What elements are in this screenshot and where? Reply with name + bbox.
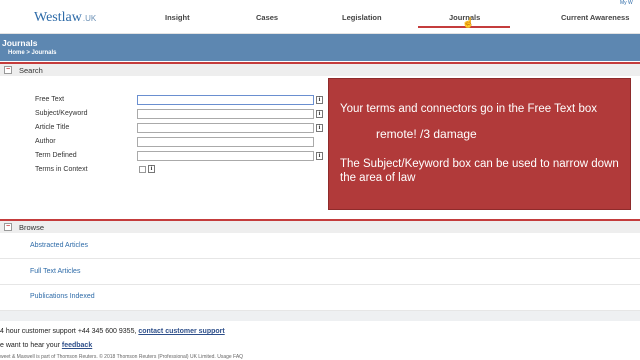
nav-cases[interactable]: Cases [256,13,278,22]
feedback-link[interactable]: feedback [62,342,92,349]
browse-section-label: Browse [19,223,45,232]
footer-divider [0,311,640,321]
overlay-line-3: The Subject/Keyword box can be used to n… [340,158,619,184]
nav-legislation[interactable]: Legislation [342,13,382,22]
contact-support-link[interactable]: contact customer support [138,328,224,335]
support-text: 4 hour customer support +44 345 600 9355… [0,328,139,335]
subject-keyword-info-icon[interactable]: i [316,110,323,118]
logo-text: Westlaw [34,10,82,25]
article-title-label: Article Title [35,124,70,131]
terms-in-context-info-icon[interactable]: i [148,165,155,173]
list-item [0,259,640,285]
my-westlaw-link[interactable]: My W [620,0,633,6]
subject-keyword-input[interactable] [137,109,314,119]
feedback-text: e want to hear your [0,342,62,349]
search-section-header[interactable]: − Search [0,62,640,76]
nav-current-awareness[interactable]: Current Awareness [561,13,629,22]
browse-section-header[interactable]: − Browse [0,219,640,233]
tutorial-overlay: Your terms and connectors go in the Free… [328,78,631,210]
free-text-input[interactable] [137,95,314,105]
overlay-line-2: remote! /3 damage [376,127,477,141]
logo-suffix: .UK [82,14,97,23]
term-defined-input[interactable] [137,151,314,161]
article-title-info-icon[interactable]: i [316,124,323,132]
article-title-input[interactable] [137,123,314,133]
feedback-line: e want to hear your feedback [0,342,92,349]
page-title: Journals [2,38,38,48]
collapse-icon[interactable]: − [4,66,12,74]
search-section-label: Search [19,66,43,75]
terms-in-context-checkbox[interactable] [139,166,146,173]
page-header [0,34,640,61]
free-text-label: Free Text [35,96,65,103]
terms-in-context-label: Terms in Context [35,166,88,173]
abstracted-articles-link[interactable]: Abstracted Articles [30,242,88,249]
list-item [0,285,640,311]
hand-cursor-icon: ☝ [462,18,475,29]
term-defined-label: Term Defined [35,152,77,159]
breadcrumb[interactable]: Home > Journals [8,50,57,56]
publications-indexed-link[interactable]: Publications Indexed [30,293,95,300]
copyright: weet & Maxwell is part of Thomson Reuter… [0,354,244,360]
full-text-articles-link[interactable]: Full Text Articles [30,268,80,275]
author-input[interactable] [137,137,314,147]
support-line: 4 hour customer support +44 345 600 9355… [0,328,225,335]
term-defined-info-icon[interactable]: i [316,152,323,160]
westlaw-logo[interactable]: Westlaw.UK [34,10,96,26]
free-text-info-icon[interactable]: i [316,96,323,104]
overlay-line-1: Your terms and connectors go in the Free… [340,103,597,115]
list-item [0,233,640,259]
collapse-icon[interactable]: − [4,223,12,231]
subject-keyword-label: Subject/Keyword [35,110,88,117]
top-navigation: Westlaw.UK Insight Cases Legislation Jou… [0,0,640,34]
author-label: Author [35,138,56,145]
nav-insight[interactable]: Insight [165,13,190,22]
